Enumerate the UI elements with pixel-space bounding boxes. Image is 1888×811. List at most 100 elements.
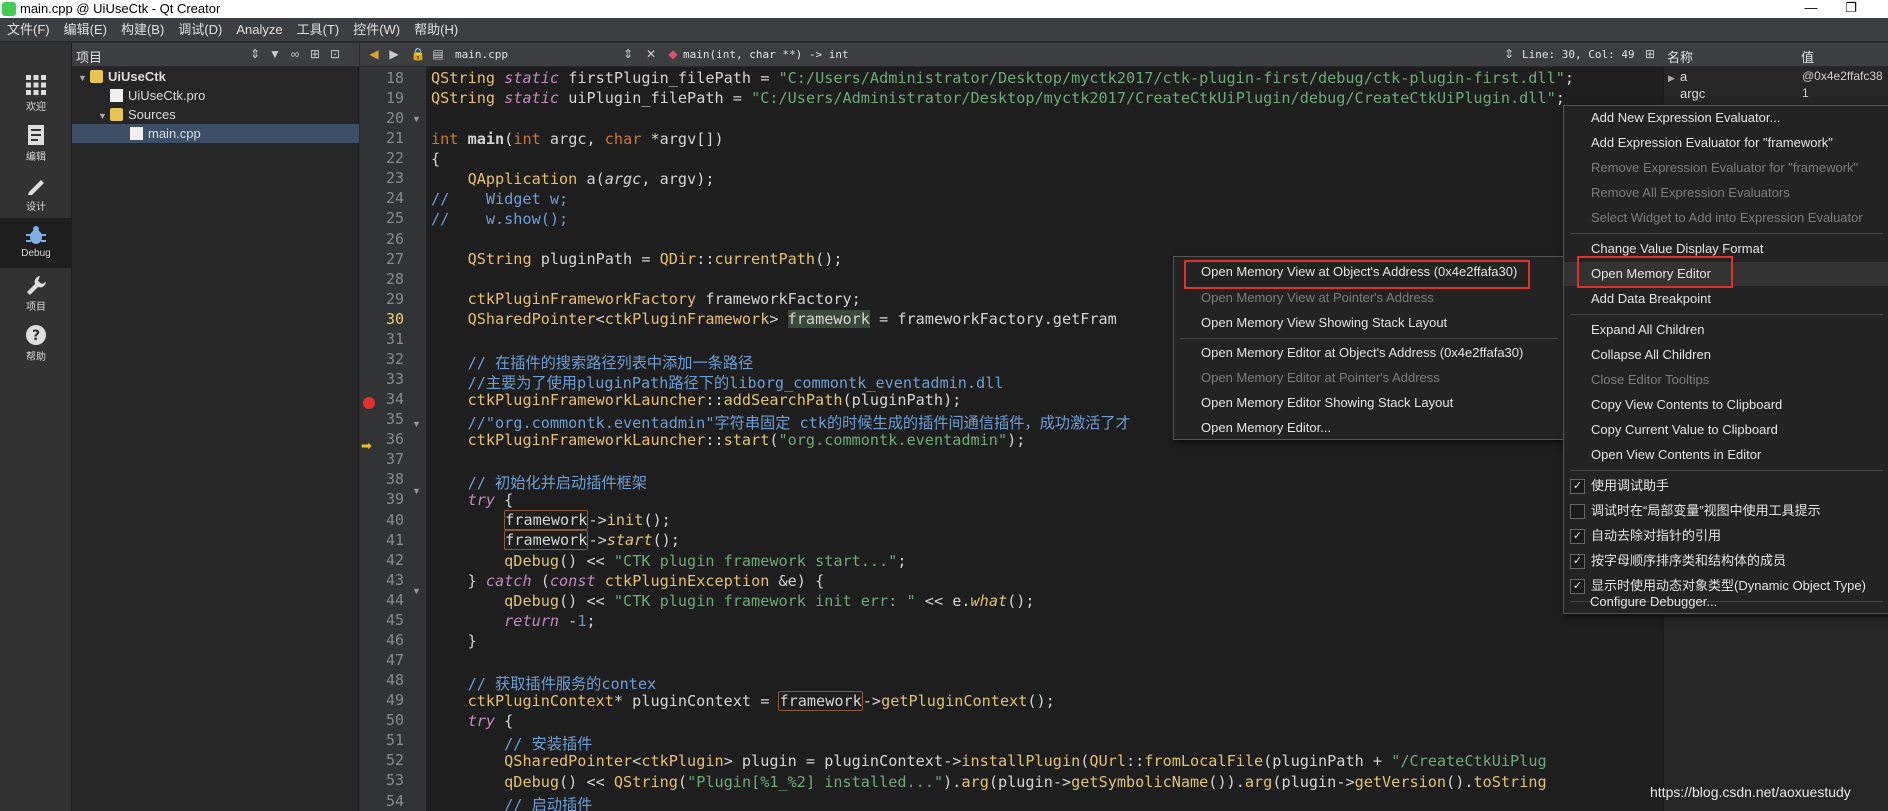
menu-tools[interactable]: 工具(T)	[290, 18, 347, 42]
line-number[interactable]: 46	[360, 631, 404, 649]
line-number[interactable]: 29	[360, 290, 404, 308]
filter-icon[interactable]: ▼	[267, 46, 283, 62]
mode-welcome[interactable]: 欢迎	[0, 68, 72, 118]
line-number[interactable]: 39	[360, 490, 404, 508]
line-number[interactable]: 32	[360, 350, 404, 368]
close-split-icon[interactable]: ⊡	[327, 46, 343, 62]
line-number[interactable]: 20	[360, 109, 404, 127]
dropdown-arrow-icon[interactable]: ⇕	[1501, 46, 1517, 62]
menu-analyze[interactable]: Analyze	[229, 18, 289, 42]
line-number[interactable]: 33	[360, 370, 404, 388]
menu-item-memory-editor-stack[interactable]: Open Memory Editor Showing Stack Layout	[1174, 391, 1564, 415]
tree-item-main-cpp[interactable]: main.cpp	[72, 124, 359, 143]
line-number-gutter[interactable]: 18 19 20 21 22 23 24 25 26 27 28 29 30 31 32 33 34 35 36 37…	[360, 67, 426, 811]
line-number[interactable]: 22	[360, 149, 404, 167]
line-number[interactable]: 23	[360, 169, 404, 187]
line-number[interactable]: 19	[360, 89, 404, 107]
line-number[interactable]: 54	[360, 792, 404, 810]
line-number[interactable]: 41	[360, 531, 404, 549]
line-number[interactable]: 35	[360, 410, 404, 428]
menu-item-collapse-all[interactable]: Collapse All Children	[1564, 343, 1888, 367]
forward-arrow-icon[interactable]: ▶	[386, 46, 402, 62]
line-number[interactable]: 28	[360, 270, 404, 288]
line-number[interactable]: 27	[360, 250, 404, 268]
menu-item-copy-value[interactable]: Copy Current Value to Clipboard	[1564, 418, 1888, 442]
menu-item-auto-deref[interactable]: ✓ 自动去除对指针的引用	[1564, 524, 1888, 548]
line-number[interactable]: 50	[360, 711, 404, 729]
line-number[interactable]: 48	[360, 671, 404, 689]
line-number[interactable]: 21	[360, 129, 404, 147]
code-line: int main(int argc, char *argv[])	[431, 130, 724, 148]
line-number[interactable]: 43	[360, 571, 404, 589]
menu-item-memory-editor[interactable]: Open Memory Editor...	[1174, 416, 1564, 440]
fold-marker-icon[interactable]: ▼	[412, 419, 421, 429]
mode-projects[interactable]: 项目	[0, 268, 72, 318]
menu-item-use-tooltips[interactable]: 调试时在“局部变量”视图中使用工具提示	[1564, 499, 1888, 523]
line-number[interactable]: 30	[360, 310, 404, 328]
dropdown-arrow-icon[interactable]: ⇕	[620, 46, 636, 62]
menu-item-add-data-breakpoint[interactable]: Add Data Breakpoint	[1564, 287, 1888, 311]
menu-item-add-evaluator[interactable]: Add New Expression Evaluator...	[1564, 106, 1888, 130]
line-number[interactable]: 38	[360, 470, 404, 488]
edit-icon	[25, 124, 47, 146]
tree-item-pro-file[interactable]: UiUseCtk.pro	[98, 86, 205, 105]
fold-marker-icon[interactable]: ▼	[412, 486, 421, 496]
locals-name-column[interactable]: 名称	[1667, 47, 1693, 66]
menu-item-add-evaluator-framework[interactable]: Add Expression Evaluator for "framework"	[1564, 131, 1888, 155]
code-line: }	[431, 632, 477, 650]
breakpoint-icon[interactable]	[363, 397, 375, 409]
line-number[interactable]: 18	[360, 69, 404, 87]
link-icon[interactable]: ∞	[287, 46, 303, 62]
split-icon[interactable]: ⊞	[1642, 46, 1658, 62]
file-selector[interactable]: main.cpp	[455, 48, 508, 61]
menu-item-use-debug-helpers[interactable]: ✓ 使用调试助手	[1564, 474, 1888, 498]
restore-button[interactable]: ❐	[1836, 0, 1866, 18]
expand-arrow-icon[interactable]: ▼	[78, 69, 90, 88]
fold-marker-icon[interactable]: ▼	[412, 114, 421, 124]
menu-item-open-in-editor[interactable]: Open View Contents in Editor	[1564, 443, 1888, 467]
menu-edit[interactable]: 编辑(E)	[57, 18, 114, 42]
menu-item-expand-all[interactable]: Expand All Children	[1564, 318, 1888, 342]
close-document-icon[interactable]: ✕	[643, 46, 659, 62]
line-number[interactable]: 52	[360, 751, 404, 769]
menu-item-sort-members[interactable]: ✓ 按字母顺序排序类和结构体的成员	[1564, 549, 1888, 573]
menu-item-configure-debugger[interactable]: Configure Debugger...	[1563, 590, 1888, 614]
menu-item-memory-view-stack[interactable]: Open Memory View Showing Stack Layout	[1174, 311, 1564, 335]
view-selector-arrows-icon[interactable]: ⇕	[247, 46, 263, 62]
mode-help[interactable]: ? 帮助	[0, 318, 72, 368]
line-number[interactable]: 53	[360, 771, 404, 789]
line-number[interactable]: 26	[360, 230, 404, 248]
line-number[interactable]: 45	[360, 611, 404, 629]
mode-debug[interactable]: Debug	[0, 218, 72, 268]
line-number[interactable]: 51	[360, 731, 404, 749]
line-number[interactable]: 31	[360, 330, 404, 348]
locals-value-column[interactable]: 值	[1801, 47, 1814, 66]
line-number[interactable]: 44	[360, 591, 404, 609]
lock-icon[interactable]: 🔒	[410, 46, 426, 62]
split-icon[interactable]: ⊞	[307, 46, 323, 62]
back-arrow-icon[interactable]: ◀	[366, 46, 382, 62]
line-number[interactable]: 40	[360, 511, 404, 529]
locals-row[interactable]: argc 1	[1668, 84, 1888, 103]
mode-design[interactable]: 设计	[0, 168, 72, 218]
line-number[interactable]: 24	[360, 189, 404, 207]
minimize-button[interactable]: —	[1796, 0, 1826, 18]
menu-build[interactable]: 构建(B)	[114, 18, 171, 42]
fold-marker-icon[interactable]: ▼	[412, 586, 421, 596]
line-number[interactable]: 25	[360, 209, 404, 227]
line-number[interactable]: 49	[360, 691, 404, 709]
tree-item-sources[interactable]: ▼ Sources	[98, 105, 176, 124]
mode-edit[interactable]: 编辑	[0, 118, 72, 168]
function-selector[interactable]: main(int, char **) -> int	[683, 48, 849, 61]
tree-item-project[interactable]: ▼ UiUseCtk	[78, 67, 166, 86]
line-number[interactable]: 42	[360, 551, 404, 569]
menu-widgets[interactable]: 控件(W)	[346, 18, 407, 42]
menu-file[interactable]: 文件(F)	[0, 18, 57, 42]
code-line: QSharedPointer<ctkPluginFramework> frame…	[467, 310, 1117, 328]
line-number[interactable]: 47	[360, 651, 404, 669]
code-line: // 在插件的搜索路径列表中添加一条路径	[467, 354, 754, 372]
menu-debug[interactable]: 调试(D)	[171, 18, 229, 42]
menu-help[interactable]: 帮助(H)	[407, 18, 465, 42]
menu-item-copy-view[interactable]: Copy View Contents to Clipboard	[1564, 393, 1888, 417]
menu-item-memory-editor-object[interactable]: Open Memory Editor at Object's Address (…	[1174, 341, 1564, 365]
